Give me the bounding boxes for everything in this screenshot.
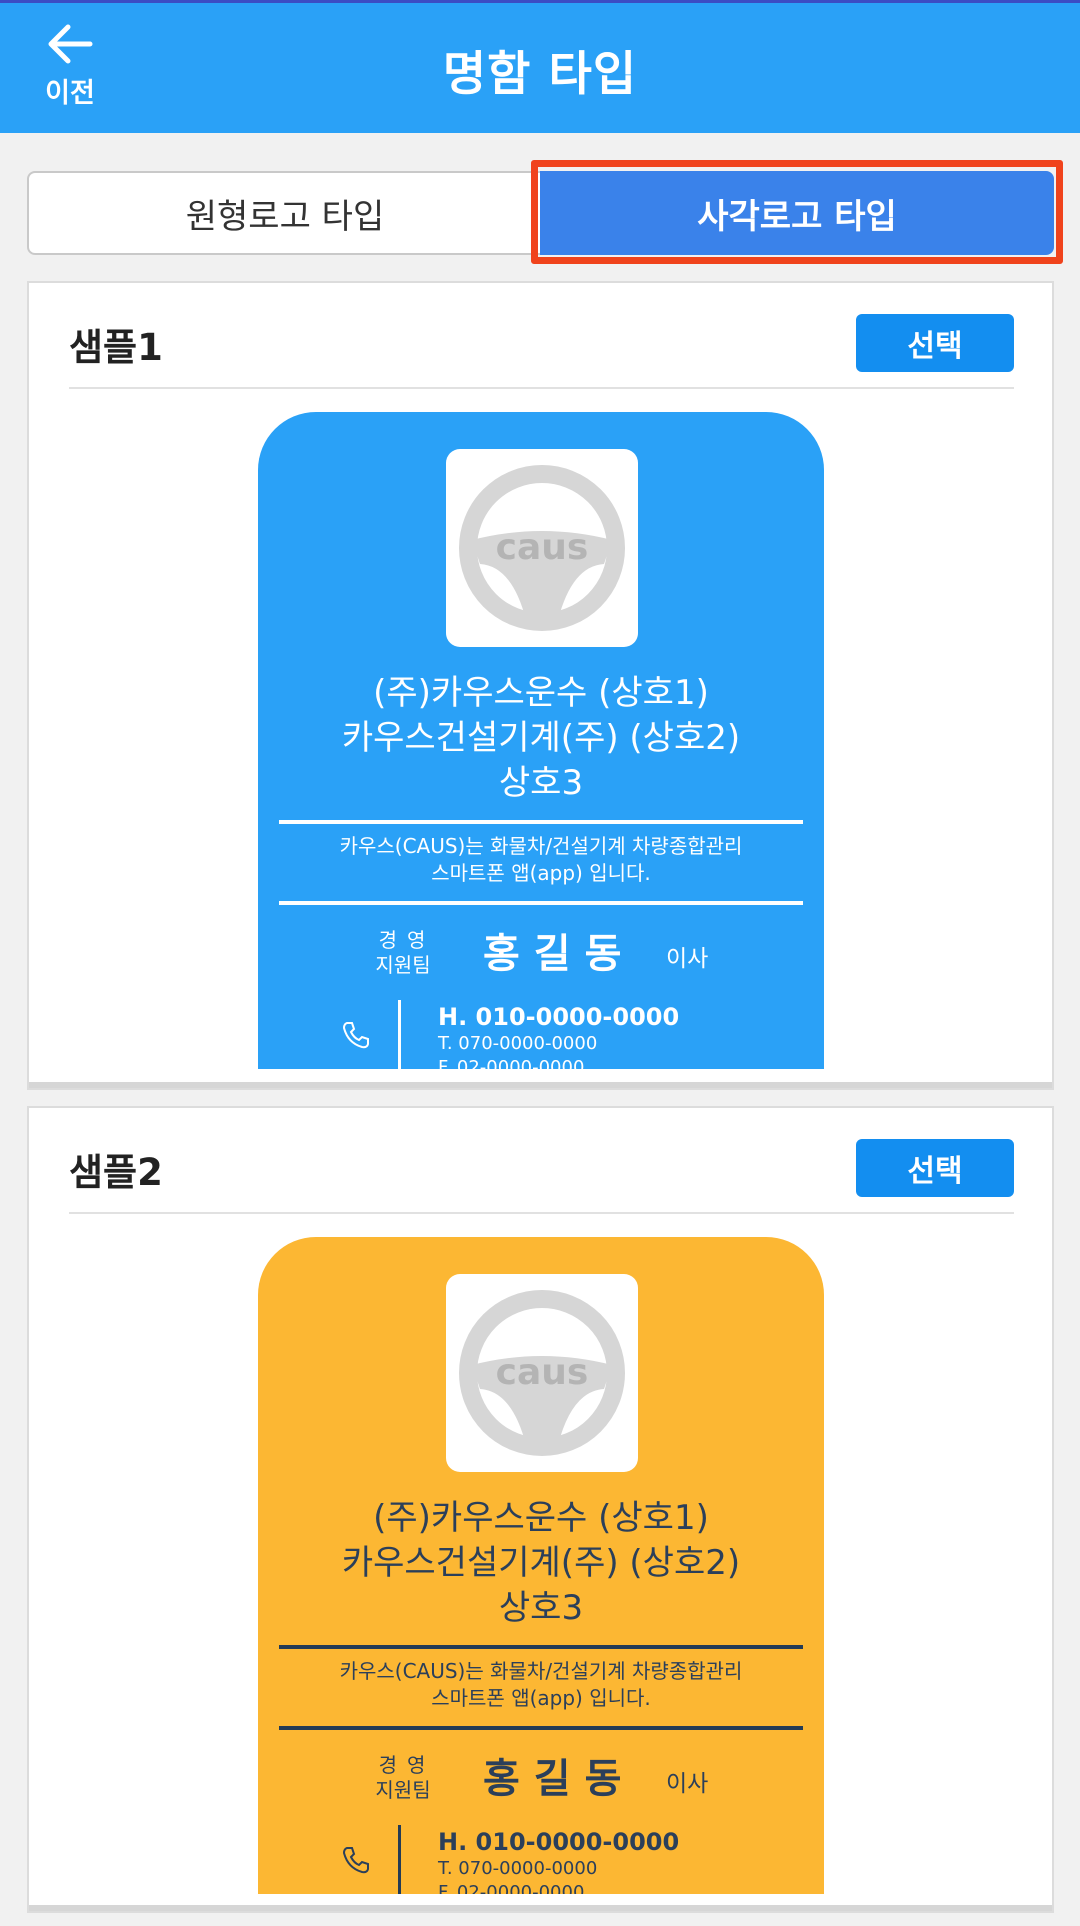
panel-bottom-border — [29, 1905, 1052, 1911]
description-line: 스마트폰 앱(app) 입니다. — [431, 1686, 651, 1710]
description-line: 스마트폰 앱(app) 입니다. — [431, 861, 651, 885]
business-card-preview[interactable]: caus (주)카우스운수 (상호1) 카우스건설기계(주) (상호2) 상호3… — [258, 1237, 824, 1894]
person-name: 홍길동 — [483, 931, 636, 977]
logo-type-tabs: 원형로고 타입 사각로고 타입 — [27, 171, 1054, 255]
divider — [279, 1645, 803, 1649]
description-line: 카우스(CAUS)는 화물차/건설기계 차량종합관리 — [339, 834, 743, 858]
company-names: (주)카우스운수 (상호1) 카우스건설기계(주) (상호2) 상호3 — [258, 671, 824, 806]
phone-number: T. 070-0000-0000 — [438, 1033, 598, 1054]
app-header: 이전 명함 타입 — [0, 0, 1080, 133]
fax-number: F. 02-0000-0000 — [438, 1882, 585, 1894]
company-logo: caus — [446, 1274, 638, 1472]
sample-panel: 샘플2 선택 caus (주)카우스운수 (상호1) 카우스건설기계(주) (상… — [27, 1106, 1054, 1913]
select-button[interactable]: 선택 — [856, 314, 1014, 372]
fax-number: F. 02-0000-0000 — [438, 1057, 585, 1069]
contact-info: H. 010-0000-0000 T. 070-0000-0000 F. 02-… — [438, 1827, 679, 1894]
sample-title: 샘플1 — [69, 326, 163, 369]
company-name-line: (주)카우스운수 (상호1) — [373, 673, 709, 713]
logo-text: caus — [496, 527, 589, 568]
logo-text: caus — [496, 1352, 589, 1393]
company-names: (주)카우스운수 (상호1) 카우스건설기계(주) (상호2) 상호3 — [258, 1496, 824, 1631]
contact-info: H. 010-0000-0000 T. 070-0000-0000 F. 02-… — [438, 1002, 679, 1069]
company-name-line: 상호3 — [498, 763, 584, 803]
sample-panel: 샘플1 선택 caus (주)카우스운수 (상호1) 카우스건설기계(주) (상… — [27, 281, 1054, 1090]
contact-divider — [398, 1825, 401, 1894]
sample-header: 샘플2 선택 — [69, 1132, 1014, 1214]
department-line: 지원팀 — [375, 953, 431, 977]
page-title: 명함 타입 — [442, 47, 638, 102]
phone-number: T. 070-0000-0000 — [438, 1858, 598, 1879]
person-title: 이사 — [666, 1771, 709, 1797]
panel-bottom-border — [29, 1082, 1052, 1088]
company-logo: caus — [446, 449, 638, 647]
description-line: 카우스(CAUS)는 화물차/건설기계 차량종합관리 — [339, 1659, 743, 1683]
mobile-number: H. 010-0000-0000 — [438, 1003, 680, 1031]
sample-title: 샘플2 — [69, 1151, 163, 1194]
company-description: 카우스(CAUS)는 화물차/건설기계 차량종합관리 스마트폰 앱(app) 입… — [258, 1658, 824, 1712]
select-button[interactable]: 선택 — [856, 1139, 1014, 1197]
steering-wheel-icon: caus — [459, 465, 625, 631]
steering-wheel-icon: caus — [459, 1290, 625, 1456]
department: 경영 지원팀 — [368, 928, 438, 978]
contact-divider — [398, 1000, 401, 1069]
department-line: 경영 — [378, 1753, 436, 1777]
company-name-line: 카우스건설기계(주) (상호2) — [341, 718, 741, 758]
department: 경영 지원팀 — [368, 1753, 438, 1803]
person-title: 이사 — [666, 946, 709, 972]
department-line: 지원팀 — [375, 1778, 431, 1802]
mobile-number: H. 010-0000-0000 — [438, 1828, 680, 1856]
business-card-preview[interactable]: caus (주)카우스운수 (상호1) 카우스건설기계(주) (상호2) 상호3… — [258, 412, 824, 1069]
person-name: 홍길동 — [483, 1756, 636, 1802]
company-name-line: (주)카우스운수 (상호1) — [373, 1498, 709, 1538]
company-name-line: 상호3 — [498, 1588, 584, 1628]
sample-header: 샘플1 선택 — [69, 307, 1014, 389]
tab-square-logo[interactable]: 사각로고 타입 — [540, 171, 1054, 255]
company-name-line: 카우스건설기계(주) (상호2) — [341, 1543, 741, 1583]
tab-circle-logo[interactable]: 원형로고 타입 — [27, 171, 543, 255]
divider — [279, 1726, 803, 1730]
phone-icon — [342, 1847, 369, 1874]
department-line: 경영 — [378, 928, 436, 952]
divider — [279, 901, 803, 905]
phone-icon — [342, 1022, 369, 1049]
divider — [279, 820, 803, 824]
company-description: 카우스(CAUS)는 화물차/건설기계 차량종합관리 스마트폰 앱(app) 입… — [258, 833, 824, 887]
